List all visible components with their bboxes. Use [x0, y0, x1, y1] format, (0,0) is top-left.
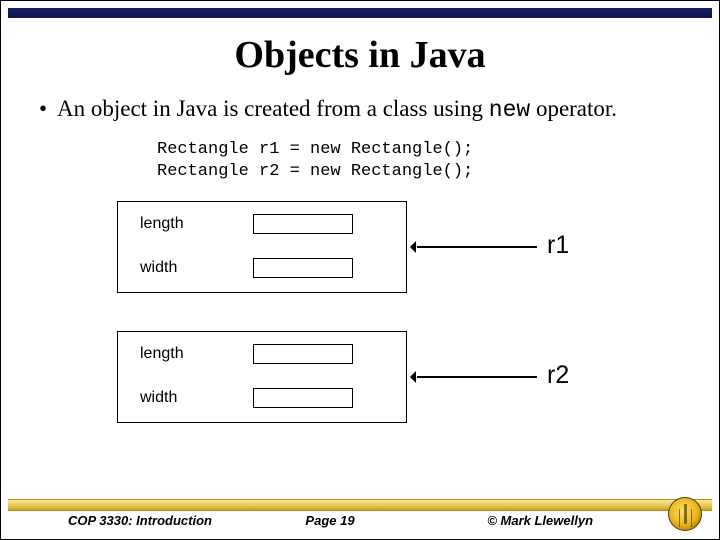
slide: Objects in Java • An object in Java is c…: [0, 0, 720, 540]
footer-text: COP 3330: Introduction Page 19 © Mark Ll…: [8, 513, 712, 528]
object-box-2: length width: [117, 331, 407, 423]
bullet-dot: •: [37, 95, 57, 124]
footer: COP 3330: Introduction Page 19 © Mark Ll…: [8, 499, 712, 533]
field-row: length: [118, 332, 406, 376]
footer-course: COP 3330: Introduction: [68, 513, 243, 528]
footer-page-prefix: Page: [305, 513, 340, 528]
bullet-item: • An object in Java is created from a cl…: [37, 95, 683, 125]
footer-page: Page 19: [243, 513, 418, 528]
field-slot: [253, 258, 353, 278]
bullet-suffix: operator.: [530, 96, 617, 121]
code-block: Rectangle r1 = new Rectangle(); Rectangl…: [157, 139, 683, 183]
ucf-logo-icon: [668, 497, 702, 531]
field-row: width: [118, 246, 406, 290]
pointer-label-r2: r2: [547, 361, 569, 390]
field-slot: [253, 388, 353, 408]
object-box-1: length width: [117, 201, 407, 293]
content-area: • An object in Java is created from a cl…: [1, 95, 719, 461]
field-slot: [253, 214, 353, 234]
pointer-arrow-1: [417, 246, 537, 248]
field-label-width: width: [118, 259, 253, 277]
diagram-area: length width r1 length width: [117, 201, 683, 461]
footer-page-number: 19: [340, 513, 354, 528]
footer-band: [8, 499, 712, 511]
field-label-length: length: [118, 215, 253, 233]
top-band: [8, 8, 712, 18]
bullet-text: An object in Java is created from a clas…: [57, 95, 683, 125]
pointer-label-r1: r1: [547, 231, 569, 260]
bullet-operator: new: [489, 97, 530, 123]
bullet-prefix: An object in Java is created from a clas…: [57, 96, 489, 121]
pointer-arrow-2: [417, 376, 537, 378]
field-label-length: length: [118, 345, 253, 363]
field-row: length: [118, 202, 406, 246]
slide-title: Objects in Java: [1, 33, 719, 77]
footer-author: © Mark Llewellyn: [417, 513, 662, 528]
field-slot: [253, 344, 353, 364]
field-label-width: width: [118, 389, 253, 407]
field-row: width: [118, 376, 406, 420]
